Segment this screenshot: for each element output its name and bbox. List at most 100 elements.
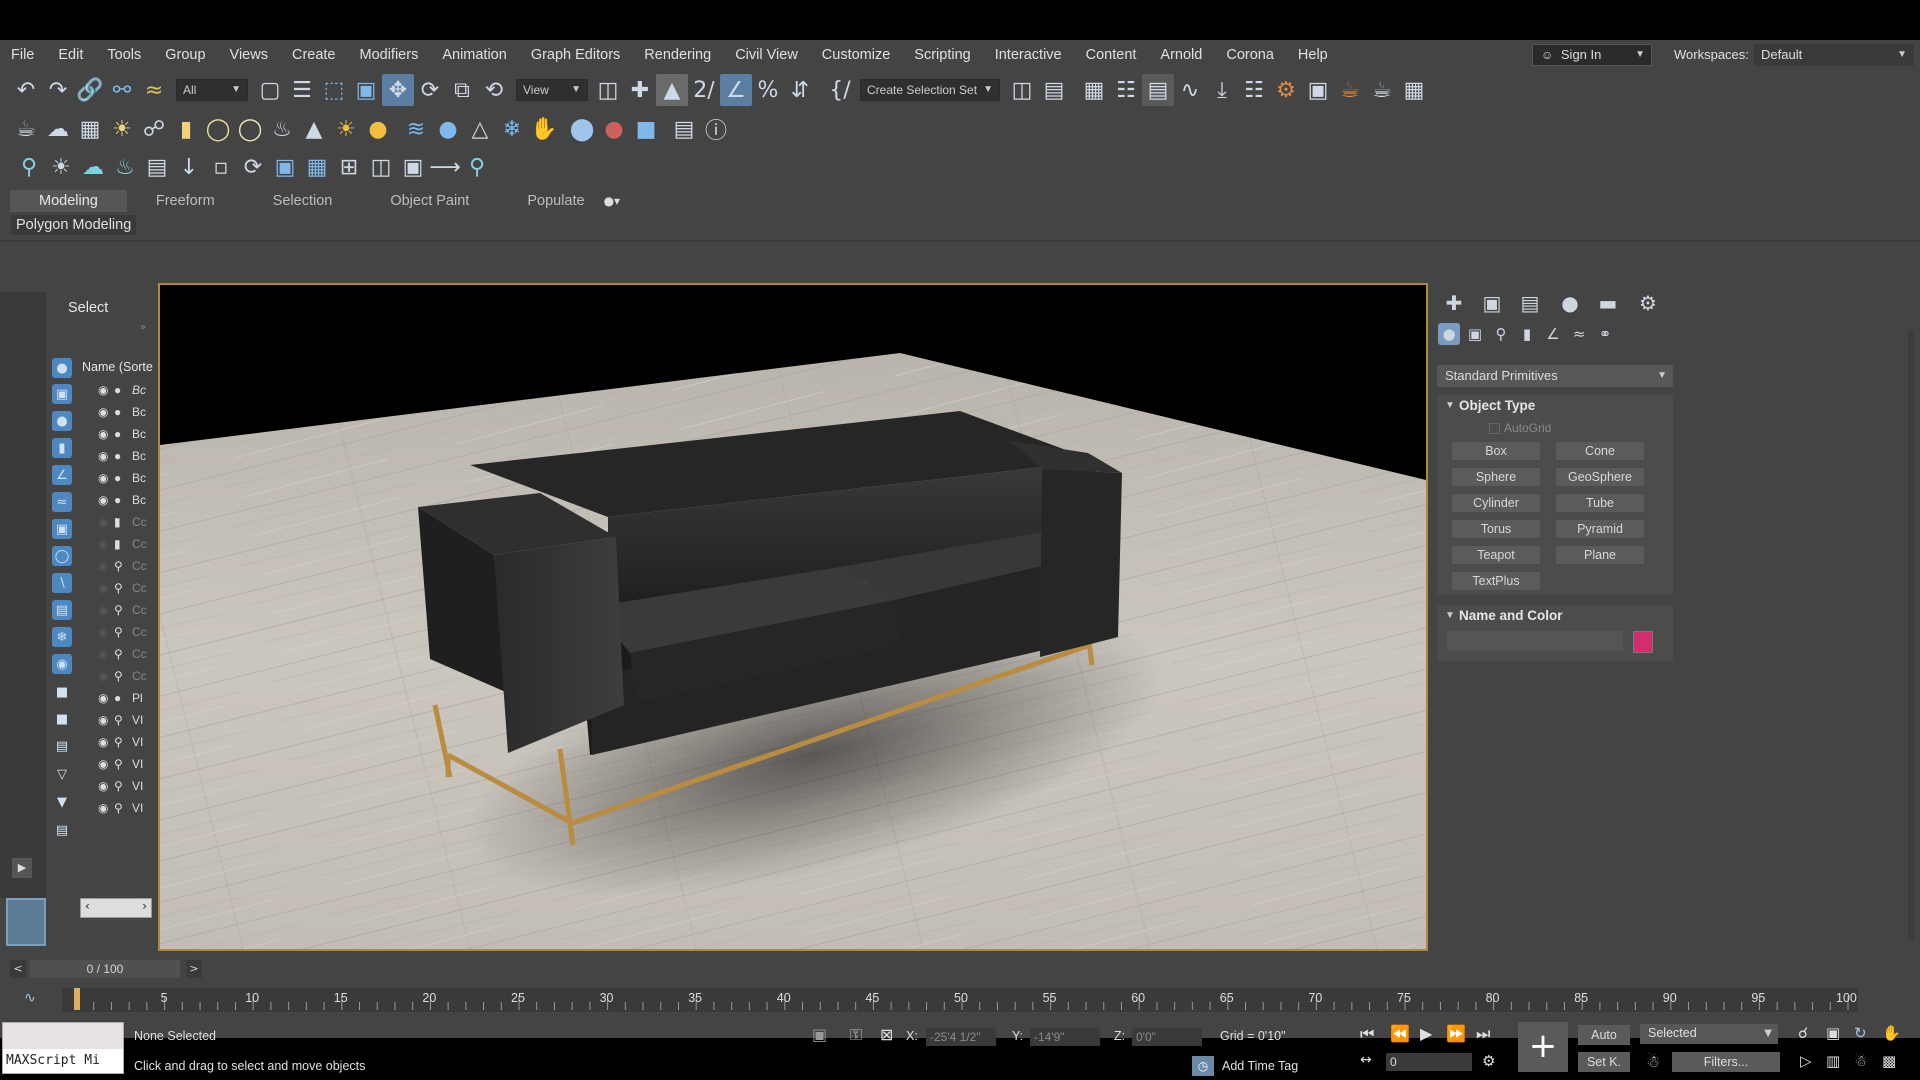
display-none-icon[interactable]: ■ bbox=[52, 709, 72, 729]
corona-dome-icon[interactable]: ◯ bbox=[202, 113, 234, 145]
add-time-tag[interactable]: Add Time Tag bbox=[1222, 1059, 1298, 1073]
list-item[interactable]: ◉ ⚲ VI bbox=[98, 709, 154, 731]
display-containers-icon[interactable]: ▤ bbox=[52, 600, 72, 620]
vray-sun-icon[interactable]: ☀ bbox=[45, 151, 77, 183]
shapes-category-icon[interactable]: ▣ bbox=[1464, 323, 1486, 345]
display-lights-icon[interactable]: ● bbox=[52, 411, 72, 431]
menu-tools[interactable]: Tools bbox=[96, 40, 154, 70]
tab-object-paint[interactable]: Object Paint bbox=[361, 190, 498, 212]
vray-proxy-icon[interactable]: ▤ bbox=[141, 151, 173, 183]
ribbon-options-icon[interactable]: ●▾ bbox=[604, 194, 621, 208]
bind-space-warp-icon[interactable]: ≈ bbox=[138, 74, 170, 106]
hierarchy-tab-icon[interactable]: ▤ bbox=[1518, 291, 1542, 315]
expand-arrow-icon[interactable]: ▶ bbox=[12, 858, 32, 878]
list-item[interactable]: ◉ ⚲ Cc bbox=[98, 665, 154, 687]
eye-icon[interactable]: ◉ bbox=[98, 471, 114, 485]
explorer-expand-icon[interactable]: » bbox=[140, 322, 146, 333]
next-frame-icon[interactable]: > bbox=[186, 960, 202, 978]
corona-scatter-icon[interactable]: ≋ bbox=[400, 113, 432, 145]
list-item[interactable]: ◉ ⚲ VI bbox=[98, 753, 154, 775]
tab-selection[interactable]: Selection bbox=[244, 190, 362, 212]
corona-cloud-icon[interactable]: ☁ bbox=[42, 113, 74, 145]
scroll-right-icon[interactable]: › bbox=[142, 899, 147, 913]
go-to-start-icon[interactable]: ⏮ bbox=[1360, 1024, 1374, 1044]
maximize-viewport-icon[interactable]: ▩ bbox=[1882, 1052, 1896, 1070]
corona-camera-icon[interactable]: ☍ bbox=[138, 113, 170, 145]
menu-animation[interactable]: Animation bbox=[431, 40, 519, 70]
polygon-modeling-panel[interactable]: Polygon Modeling bbox=[11, 215, 137, 235]
key-filter-icon[interactable]: ☃ bbox=[1646, 1052, 1660, 1071]
z-coordinate-field[interactable]: 0'0" bbox=[1132, 1028, 1202, 1046]
corona-volume-icon[interactable]: △ bbox=[464, 113, 496, 145]
cone-button[interactable]: Cone bbox=[1555, 441, 1645, 461]
previous-frame-icon[interactable]: < bbox=[10, 960, 26, 978]
undo-icon[interactable]: ↶ bbox=[10, 74, 42, 106]
eye-hidden-icon[interactable]: ◉ bbox=[98, 625, 114, 639]
column-header-name[interactable]: Name (Sorte bbox=[82, 360, 154, 374]
edit-named-selection-icon[interactable]: {/ bbox=[824, 74, 856, 106]
next-key-icon[interactable]: ⏩ bbox=[1446, 1024, 1466, 1043]
display-particles-icon[interactable]: ❄ bbox=[52, 627, 72, 647]
object-color-swatch[interactable] bbox=[1633, 631, 1653, 653]
field-of-view-icon[interactable]: ▷ bbox=[1800, 1052, 1812, 1070]
filters-button[interactable]: Filters... bbox=[1672, 1052, 1780, 1072]
list-item[interactable]: ◉ ● Bc bbox=[98, 423, 154, 445]
cylinder-button[interactable]: Cylinder bbox=[1451, 493, 1541, 513]
eye-icon[interactable]: ◉ bbox=[98, 757, 114, 771]
select-and-scale-icon[interactable]: ⧉ bbox=[446, 74, 478, 106]
modify-tab-icon[interactable]: ▣ bbox=[1480, 291, 1504, 315]
explorer-select-label[interactable]: Select bbox=[68, 300, 108, 316]
list-item[interactable]: ◉ ⚲ VI bbox=[98, 731, 154, 753]
display-space-warps-icon[interactable]: ≈ bbox=[52, 492, 72, 512]
list-item[interactable]: ◉ ⚲ VI bbox=[98, 797, 154, 819]
list-item[interactable]: ◉ ● Pl bbox=[98, 687, 154, 709]
workspace-dropdown[interactable]: Default ▼ bbox=[1754, 44, 1914, 66]
eye-icon[interactable]: ◉ bbox=[98, 405, 114, 419]
select-object-icon[interactable]: ▢ bbox=[254, 74, 286, 106]
vray-vfb-icon[interactable]: ▦ bbox=[301, 151, 333, 183]
menu-content[interactable]: Content bbox=[1075, 40, 1150, 70]
align-icon[interactable]: ▤ bbox=[1038, 74, 1070, 106]
corona-distance-icon[interactable]: ● bbox=[432, 113, 464, 145]
space-warps-category-icon[interactable]: ≈ bbox=[1568, 323, 1590, 345]
tab-modeling[interactable]: Modeling bbox=[10, 190, 127, 212]
eye-icon[interactable]: ◉ bbox=[98, 383, 114, 397]
scroll-left-icon[interactable]: ‹ bbox=[85, 899, 90, 913]
eye-icon[interactable]: ◉ bbox=[98, 427, 114, 441]
box-button[interactable]: Box bbox=[1451, 441, 1541, 461]
tube-button[interactable]: Tube bbox=[1555, 493, 1645, 513]
display-tab-icon[interactable]: ▬ bbox=[1596, 291, 1620, 315]
vray-mesh-export-icon[interactable]: ◫ bbox=[365, 151, 397, 183]
list-item[interactable]: ◉ ▮ Cc bbox=[98, 533, 154, 555]
menu-arnold[interactable]: Arnold bbox=[1149, 40, 1215, 70]
torus-button[interactable]: Torus bbox=[1451, 519, 1541, 539]
menu-rendering[interactable]: Rendering bbox=[633, 40, 724, 70]
pan-icon[interactable]: ✋ bbox=[1882, 1024, 1901, 1042]
select-and-rotate-icon[interactable]: ⟳ bbox=[414, 74, 446, 106]
key-mode-icon[interactable]: ✚ bbox=[624, 74, 656, 106]
helpers-category-icon[interactable]: ∠ bbox=[1542, 323, 1564, 345]
command-panel-scrollbar[interactable] bbox=[1908, 330, 1914, 940]
display-xrefs-icon[interactable]: ◯ bbox=[52, 546, 72, 566]
eye-icon[interactable]: ◉ bbox=[98, 735, 114, 749]
autogrid-checkbox[interactable]: AutoGrid bbox=[1489, 421, 1551, 435]
eye-icon[interactable]: ◉ bbox=[98, 449, 114, 463]
layer-icon[interactable]: ▤ bbox=[52, 820, 72, 840]
vray-ies-icon[interactable]: ♨ bbox=[109, 151, 141, 183]
corona-render-icon[interactable]: ☕ bbox=[10, 113, 42, 145]
list-item[interactable]: ◉ ⚲ Cc bbox=[98, 643, 154, 665]
geosphere-button[interactable]: GeoSphere bbox=[1555, 467, 1645, 487]
dope-sheet-icon[interactable]: ⤓ bbox=[1206, 74, 1238, 106]
create-tab-icon[interactable]: ✚ bbox=[1442, 291, 1466, 315]
selection-filter-dropdown[interactable]: All ▼ bbox=[176, 79, 248, 101]
menu-create[interactable]: Create bbox=[281, 40, 349, 70]
list-item[interactable]: ◉ ⚲ Cc bbox=[98, 621, 154, 643]
go-to-end-icon[interactable]: ⏭ bbox=[1476, 1024, 1490, 1044]
vray-fur-icon[interactable]: ↓ bbox=[173, 151, 205, 183]
eye-hidden-icon[interactable]: ◉ bbox=[98, 603, 114, 617]
display-geometry-icon[interactable]: ● bbox=[52, 358, 72, 378]
pivot-center-icon[interactable]: ◫ bbox=[592, 74, 624, 106]
name-and-color-title[interactable]: ▼ Name and Color bbox=[1437, 605, 1673, 627]
eye-hidden-icon[interactable]: ◉ bbox=[98, 669, 114, 683]
zoom-extents-icon[interactable]: ▥ bbox=[1826, 1052, 1840, 1070]
